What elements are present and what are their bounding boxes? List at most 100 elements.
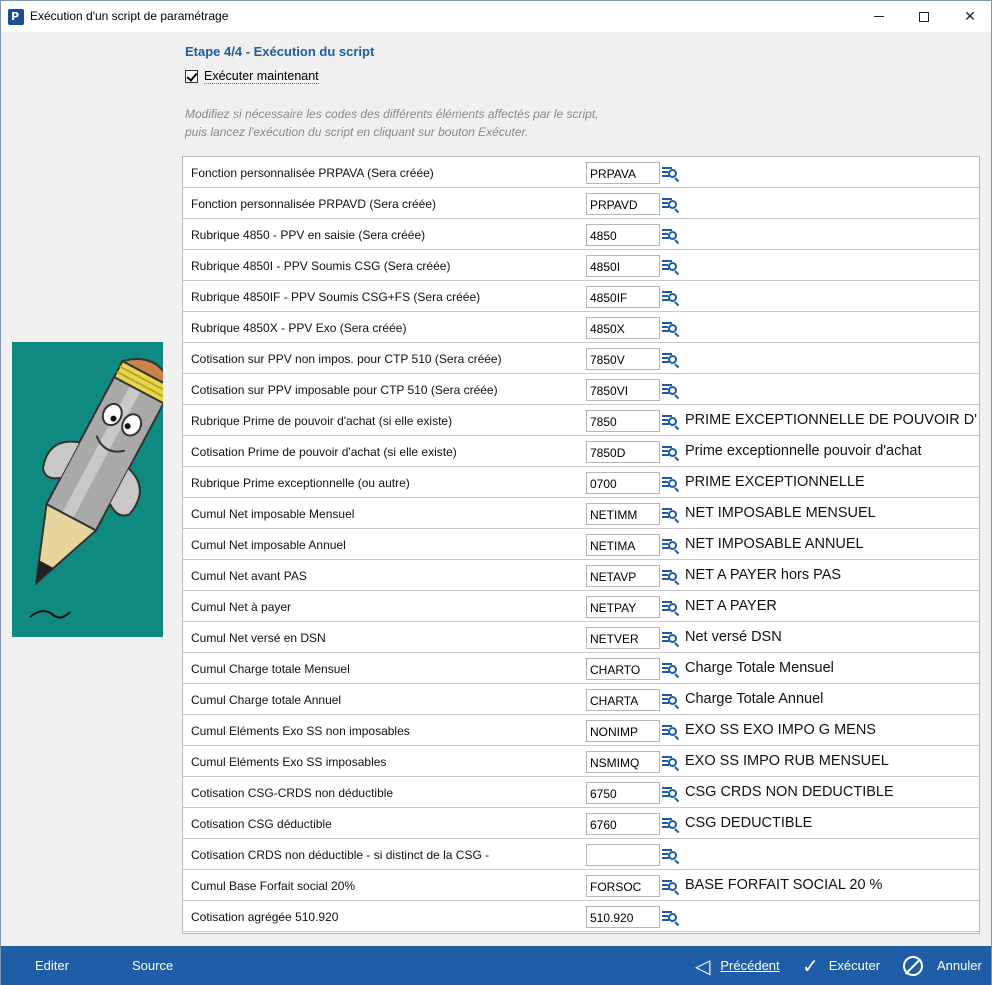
grid-row: Cotisation sur PPV imposable pour CTP 51… — [183, 374, 979, 405]
lookup-list-search-icon[interactable] — [662, 165, 680, 183]
lookup-list-search-icon[interactable] — [662, 413, 680, 431]
lookup-list-search-icon[interactable] — [662, 258, 680, 276]
code-input[interactable]: NETVER — [586, 627, 660, 649]
code-input[interactable]: 6760 — [586, 813, 660, 835]
grid-row: Cotisation CRDS non déductible - si dist… — [183, 839, 979, 870]
row-label: Cumul Net imposable Annuel — [191, 538, 346, 552]
close-icon: ✕ — [964, 8, 976, 25]
run-now-checkbox[interactable]: Exécuter maintenant — [185, 69, 319, 84]
code-input[interactable]: CHARTO — [586, 658, 660, 680]
code-input[interactable]: NETIMA — [586, 534, 660, 556]
lookup-list-search-icon[interactable] — [662, 475, 680, 493]
lookup-list-search-icon[interactable] — [662, 196, 680, 214]
code-input[interactable]: FORSOC — [586, 875, 660, 897]
instructions-text: Modifiez si nécessaire les codes des dif… — [185, 105, 599, 141]
instructions-line: Modifiez si nécessaire les codes des dif… — [185, 107, 599, 121]
code-input[interactable]: NETAVP — [586, 565, 660, 587]
minimize-icon — [874, 16, 884, 17]
row-label: Rubrique Prime de pouvoir d'achat (si el… — [191, 414, 453, 428]
checkbox-checked[interactable] — [185, 70, 198, 83]
grid-row: Cumul Net imposable Mensuel NETIMM NET IMP… — [183, 498, 979, 529]
lookup-list-search-icon[interactable] — [662, 320, 680, 338]
previous-button[interactable]: ◁ Précédent — [695, 946, 780, 985]
row-label: Cotisation sur PPV imposable pour CTP 51… — [191, 383, 498, 397]
code-input[interactable]: 7850VI — [586, 379, 660, 401]
lookup-list-search-icon[interactable] — [662, 599, 680, 617]
triangle-left-icon: ◁ — [695, 953, 711, 978]
code-input[interactable]: NONIMP — [586, 720, 660, 742]
code-input[interactable]: NETPAY — [586, 596, 660, 618]
lookup-list-search-icon[interactable] — [662, 909, 680, 927]
code-input[interactable]: NSMIMQ — [586, 751, 660, 773]
lookup-list-search-icon[interactable] — [662, 847, 680, 865]
grid-row: Fonction personnalisée PRPAVD (Sera créé… — [183, 188, 979, 219]
code-input[interactable]: 0700 — [586, 472, 660, 494]
run-now-label: Exécuter maintenant — [204, 69, 319, 84]
code-input[interactable]: PRPAVD — [586, 193, 660, 215]
code-input[interactable]: 7850V — [586, 348, 660, 370]
maximize-button[interactable] — [901, 1, 947, 32]
lookup-list-search-icon[interactable] — [662, 723, 680, 741]
code-input[interactable]: 4850X — [586, 317, 660, 339]
lookup-list-search-icon[interactable] — [662, 692, 680, 710]
grid-row: Cumul Eléments Exo SS non imposables NONI… — [183, 715, 979, 746]
code-input[interactable]: 4850 — [586, 224, 660, 246]
cancel-button[interactable]: Annuler — [903, 946, 982, 985]
grid-row: Cotisation CSG-CRDS non déductible 6750 CS… — [183, 777, 979, 808]
code-input[interactable]: PRPAVA — [586, 162, 660, 184]
dialog-window: P Exécution d'un script de paramétrage ✕… — [0, 0, 992, 985]
lookup-list-search-icon[interactable] — [662, 878, 680, 896]
row-label: Rubrique 4850IF - PPV Soumis CSG+FS (Ser… — [191, 290, 481, 304]
execute-button[interactable]: ✓ Exécuter — [802, 946, 880, 985]
row-label: Cumul Eléments Exo SS imposables — [191, 755, 387, 769]
grid-row: Cumul Base Forfait social 20% FORSOC BASE … — [183, 870, 979, 901]
close-button[interactable]: ✕ — [947, 1, 992, 32]
source-button[interactable]: Source — [132, 946, 173, 985]
maximize-icon — [919, 11, 929, 22]
code-input[interactable]: 7850D — [586, 441, 660, 463]
code-input[interactable] — [586, 844, 660, 866]
lookup-list-search-icon[interactable] — [662, 289, 680, 307]
row-description: NET A PAYER hors PAS — [685, 567, 842, 583]
lookup-list-search-icon[interactable] — [662, 227, 680, 245]
code-input[interactable]: 4850IF — [586, 286, 660, 308]
grid-row: Rubrique 4850X - PPV Exo (Sera créée) 485… — [183, 312, 979, 343]
code-input[interactable]: CHARTA — [586, 689, 660, 711]
execute-label: Exécuter — [828, 958, 881, 973]
lookup-list-search-icon[interactable] — [662, 630, 680, 648]
lookup-list-search-icon[interactable] — [662, 537, 680, 555]
code-input[interactable]: 6750 — [586, 782, 660, 804]
row-label: Rubrique 4850 - PPV en saisie (Sera créé… — [191, 228, 426, 242]
cancel-label: Annuler — [937, 958, 982, 973]
lookup-list-search-icon[interactable] — [662, 444, 680, 462]
code-input[interactable]: 7850 — [586, 410, 660, 432]
lookup-list-search-icon[interactable] — [662, 351, 680, 369]
row-description: CSG DEDUCTIBLE — [685, 815, 813, 831]
lookup-list-search-icon[interactable] — [662, 816, 680, 834]
lookup-list-search-icon[interactable] — [662, 382, 680, 400]
lookup-list-search-icon[interactable] — [662, 568, 680, 586]
lookup-list-search-icon[interactable] — [662, 754, 680, 772]
app-logo-icon: P — [8, 9, 24, 25]
row-description: Prime exceptionnelle pouvoir d'achat — [685, 443, 922, 459]
lookup-list-search-icon[interactable] — [662, 661, 680, 679]
row-label: Cumul Base Forfait social 20% — [191, 879, 356, 893]
prohibited-circle-icon — [903, 955, 923, 976]
grid-row: Fonction personnalisée PRPAVA (Sera créé… — [183, 157, 979, 188]
footer-toolbar: Editer Source ◁ Précédent ✓ Exécuter Ann… — [1, 946, 991, 985]
row-description: CSG CRDS NON DEDUCTIBLE — [685, 784, 894, 800]
code-input[interactable]: 4850I — [586, 255, 660, 277]
lookup-list-search-icon[interactable] — [662, 785, 680, 803]
row-label: Cotisation CRDS non déductible - si dist… — [191, 848, 490, 862]
row-label: Cumul Net imposable Mensuel — [191, 507, 355, 521]
code-input[interactable]: 510.920 — [586, 906, 660, 928]
code-input[interactable]: NETIMM — [586, 503, 660, 525]
title-bar: P Exécution d'un script de paramétrage ✕ — [1, 1, 991, 32]
row-label: Cotisation CSG-CRDS non déductible — [191, 786, 394, 800]
previous-label: Précédent — [720, 958, 780, 973]
row-label: Cumul Net à payer — [191, 600, 292, 614]
grid-row: Rubrique 4850IF - PPV Soumis CSG+FS (Ser… — [183, 281, 979, 312]
lookup-list-search-icon[interactable] — [662, 506, 680, 524]
minimize-button[interactable] — [856, 1, 902, 32]
edit-button[interactable]: Editer — [35, 946, 69, 985]
